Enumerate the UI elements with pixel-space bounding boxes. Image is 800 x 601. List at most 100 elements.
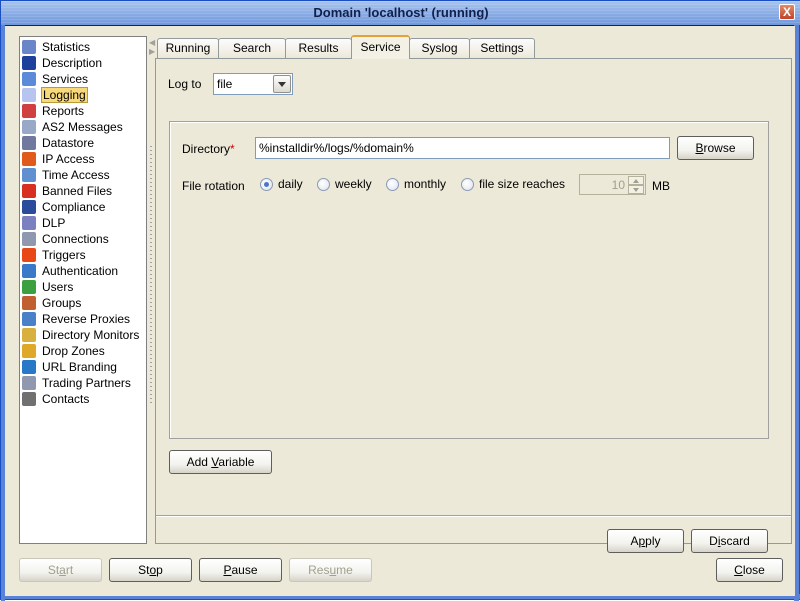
directory-input[interactable]: %installdir%/logs/%domain%	[255, 137, 670, 159]
tab-syslog[interactable]: Syslog	[409, 38, 470, 58]
sidebar-item-label: Reverse Proxies	[42, 312, 131, 326]
file-size-unit: MB	[652, 179, 670, 193]
address-book-icon	[22, 392, 36, 406]
statistics-icon	[22, 40, 36, 54]
spin-up-icon[interactable]	[628, 176, 644, 185]
pause-button[interactable]: Pause	[199, 558, 282, 582]
sidebar-item-label: AS2 Messages	[42, 120, 123, 134]
add-variable-button[interactable]: Add Variable	[169, 450, 272, 474]
service-tab-panel: Log to file Directory* %installdir%/logs…	[155, 58, 792, 553]
close-button[interactable]: Close	[716, 558, 783, 582]
window-title: Domain 'localhost' (running)	[313, 5, 489, 20]
rotation-daily-radio[interactable]: daily	[260, 177, 303, 191]
sidebar-item-services[interactable]: Services	[22, 71, 89, 87]
file-rotation-label: File rotation	[182, 179, 245, 193]
sidebar-item-as2-messages[interactable]: AS2 Messages	[22, 119, 124, 135]
sidebar-item-directory-monitors[interactable]: Directory Monitors	[22, 327, 140, 343]
sidebar-item-label: Authentication	[42, 264, 119, 278]
sidebar-item-label: DLP	[42, 216, 66, 230]
close-window-button[interactable]: X	[779, 4, 795, 20]
sidebar-item-label: Triggers	[42, 248, 86, 262]
log-to-label: Log to	[168, 77, 202, 91]
sidebar-item-reverse-proxies[interactable]: Reverse Proxies	[22, 311, 131, 327]
box-icon	[22, 344, 36, 358]
sidebar-item-label: Directory Monitors	[42, 328, 140, 342]
trigger-icon	[22, 248, 36, 262]
apply-button[interactable]: Apply	[607, 529, 684, 553]
rotation-filesize-radio[interactable]: file size reaches	[461, 177, 565, 191]
dialog-body: Statistics Description Services Logging Repo…	[5, 26, 795, 596]
person-icon	[22, 56, 36, 70]
splitter-handle[interactable]: ◀ ▶	[148, 36, 155, 544]
id-card-icon	[22, 264, 36, 278]
sidebar-item-label: Description	[42, 56, 103, 70]
sidebar-item-statistics[interactable]: Statistics	[22, 39, 91, 55]
tab-results[interactable]: Results	[285, 38, 352, 58]
splitter-grip[interactable]	[150, 146, 152, 406]
sidebar-item-url-branding[interactable]: URL Branding	[22, 359, 118, 375]
sidebar-item-label: Trading Partners	[42, 376, 131, 390]
speech-bubble-icon	[22, 88, 36, 102]
sidebar-item-description[interactable]: Description	[22, 55, 103, 71]
sidebar-item-groups[interactable]: Groups	[22, 295, 82, 311]
rotation-weekly-radio[interactable]: weekly	[317, 177, 372, 191]
panel-divider	[156, 515, 791, 517]
officer-icon	[22, 200, 36, 214]
radio-icon[interactable]	[317, 177, 330, 191]
sidebar-item-label: Banned Files	[42, 184, 113, 198]
rotation-monthly-radio[interactable]: monthly	[386, 177, 446, 191]
chevron-down-icon	[278, 82, 286, 87]
sidebar-item-label: Drop Zones	[42, 344, 105, 358]
radio-checked-icon[interactable]	[260, 177, 273, 191]
radio-icon[interactable]	[386, 177, 399, 191]
sidebar-item-drop-zones[interactable]: Drop Zones	[22, 343, 106, 359]
sidebar-item-label: Time Access	[42, 168, 110, 182]
group-icon	[22, 296, 36, 310]
sidebar-item-ip-access[interactable]: IP Access	[22, 151, 95, 167]
browse-button[interactable]: Browse	[677, 136, 754, 160]
stop-button[interactable]: Stop	[109, 558, 192, 582]
sidebar-item-time-access[interactable]: Time Access	[22, 167, 111, 183]
title-bar[interactable]: Domain 'localhost' (running) X	[1, 1, 800, 25]
sidebar-item-compliance[interactable]: Compliance	[22, 199, 106, 215]
database-icon	[22, 136, 36, 150]
banned-file-icon	[22, 184, 36, 198]
sidebar-item-trading-partners[interactable]: Trading Partners	[22, 375, 132, 391]
dropdown-button[interactable]	[273, 75, 291, 93]
resume-button[interactable]: Resume	[289, 558, 372, 582]
sidebar-item-label: Statistics	[42, 40, 91, 54]
sidebar-item-contacts[interactable]: Contacts	[22, 391, 90, 407]
sidebar-nav: Statistics Description Services Logging Repo…	[19, 36, 147, 544]
spin-down-icon[interactable]	[628, 185, 644, 194]
tab-running[interactable]: Running	[157, 38, 219, 58]
sidebar-item-label: Datastore	[42, 136, 95, 150]
sidebar-item-reports[interactable]: Reports	[22, 103, 85, 119]
sidebar-item-label: Users	[42, 280, 74, 294]
messages-icon	[22, 120, 36, 134]
radio-icon[interactable]	[461, 177, 474, 191]
sidebar-item-datastore[interactable]: Datastore	[22, 135, 95, 151]
sidebar-item-authentication[interactable]: Authentication	[22, 263, 119, 279]
log-to-select[interactable]: file	[213, 73, 293, 95]
sidebar-item-label: URL Branding	[42, 360, 117, 374]
sidebar-item-triggers[interactable]: Triggers	[22, 247, 87, 263]
discard-button[interactable]: Discard	[691, 529, 768, 553]
sidebar-item-logging[interactable]: Logging	[22, 87, 88, 103]
start-button[interactable]: Start	[19, 558, 102, 582]
bar-chart-icon	[22, 104, 36, 118]
required-marker: *	[230, 142, 235, 156]
sidebar-item-dlp[interactable]: DLP	[22, 215, 66, 231]
sidebar-item-connections[interactable]: Connections	[22, 231, 110, 247]
sidebar-item-label: Logging	[41, 87, 88, 103]
tab-service[interactable]: Service	[351, 35, 410, 59]
tab-settings[interactable]: Settings	[469, 38, 535, 58]
splitter-arrows-icon[interactable]: ◀ ▶	[149, 38, 155, 56]
close-icon: X	[782, 5, 791, 19]
log-to-value: file	[217, 77, 233, 91]
sidebar-item-users[interactable]: Users	[22, 279, 74, 295]
sidebar-item-banned-files[interactable]: Banned Files	[22, 183, 113, 199]
sidebar-item-label: Compliance	[42, 200, 106, 214]
file-size-spinner[interactable]: 10	[579, 174, 646, 195]
shield-icon	[22, 216, 36, 230]
tab-search[interactable]: Search	[218, 38, 286, 58]
